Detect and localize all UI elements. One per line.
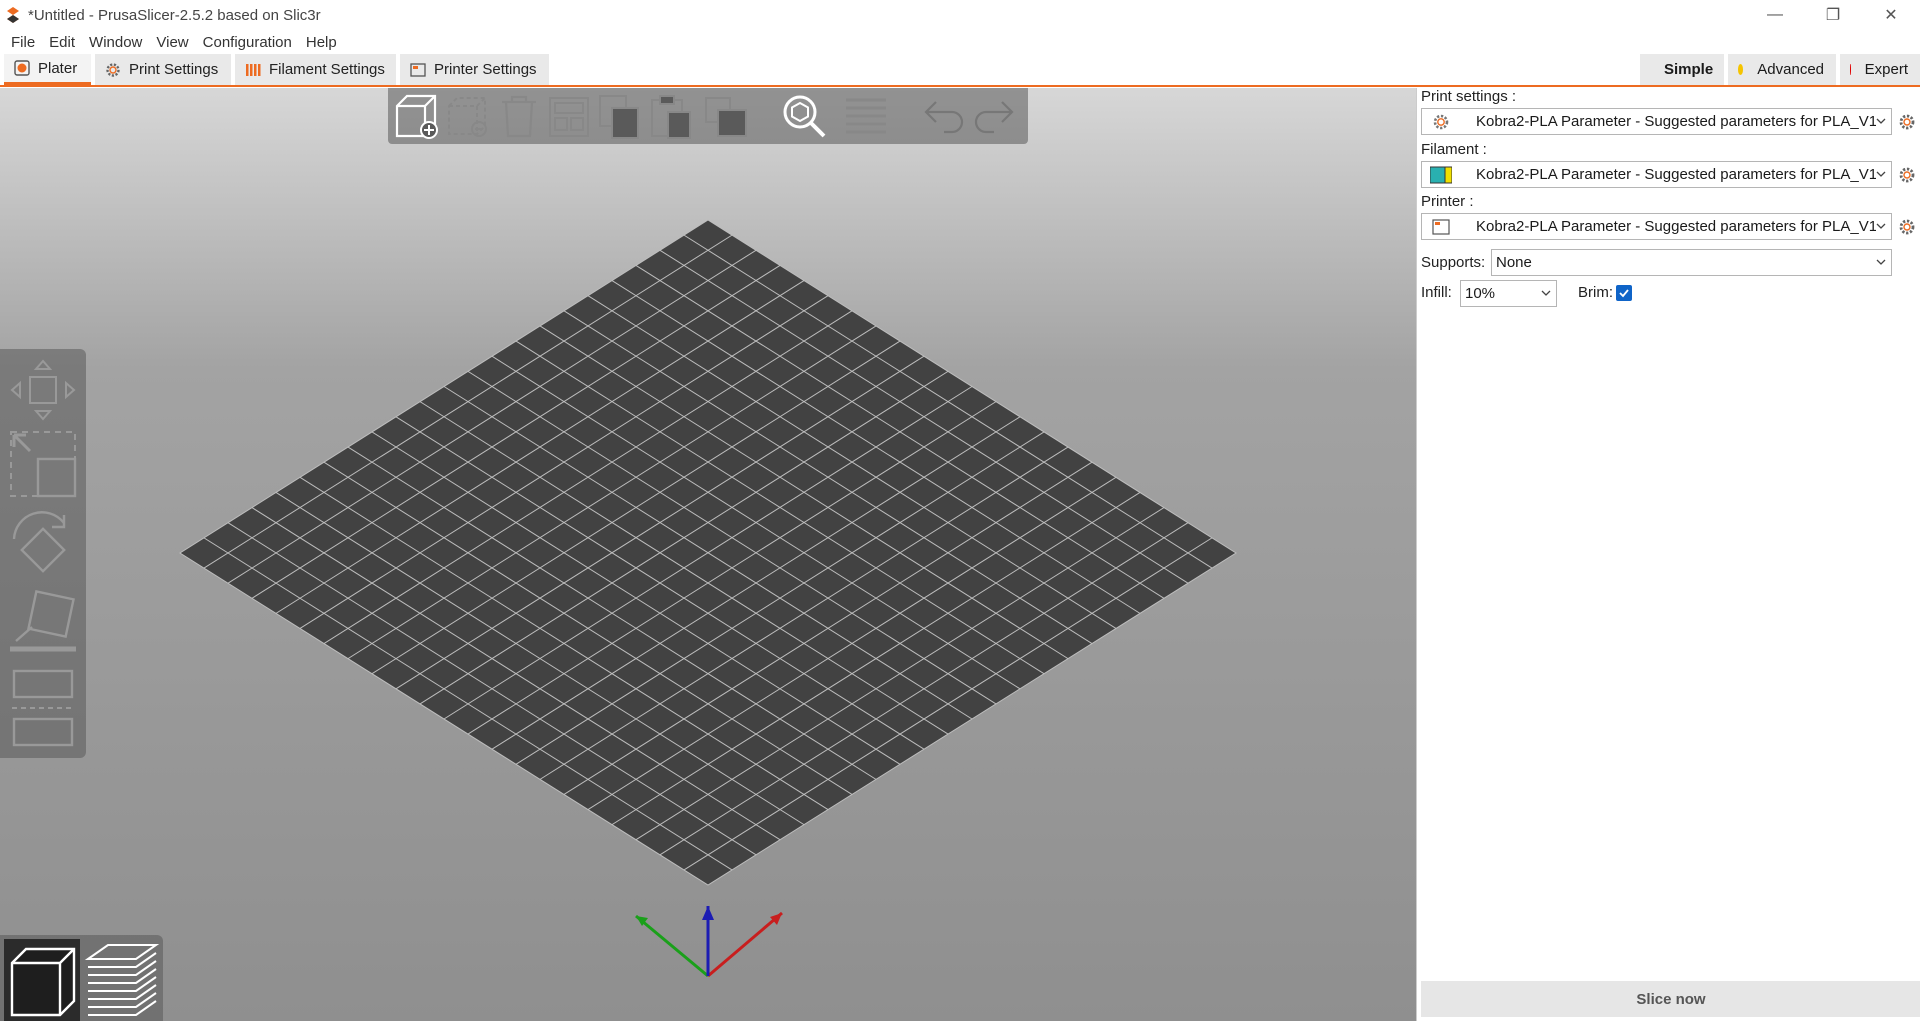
- printer-preset-icon: [1432, 218, 1450, 235]
- edit-filament-preset-icon[interactable]: [1898, 166, 1916, 184]
- layers-preview-icon: [84, 944, 160, 1016]
- chevron-down-icon: [1876, 171, 1886, 177]
- undo-icon[interactable]: [922, 98, 966, 134]
- place-on-face-icon[interactable]: [8, 589, 78, 657]
- print-settings-label: Print settings :: [1421, 88, 1517, 105]
- rotate-icon[interactable]: [8, 509, 78, 581]
- infill-label: Infill:: [1421, 284, 1452, 301]
- infill-select[interactable]: 10%: [1460, 280, 1557, 307]
- delete-object-icon[interactable]: [445, 94, 491, 140]
- menu-window[interactable]: Window: [82, 34, 149, 51]
- spool-icon: [246, 63, 261, 76]
- edit-printer-preset-icon[interactable]: [1898, 218, 1916, 236]
- tab-print-settings-label: Print Settings: [129, 61, 219, 78]
- menu-bar: File Edit Window View Configuration Help: [0, 30, 1920, 54]
- edit-print-preset-icon[interactable]: [1898, 113, 1916, 131]
- printer-preset-value: Kobra2-PLA Parameter - Suggested paramet…: [1476, 218, 1876, 235]
- arrange-icon[interactable]: [548, 96, 590, 138]
- brim-label: Brim:: [1578, 284, 1613, 301]
- layers-editing-icon[interactable]: [844, 96, 888, 138]
- tab-plater[interactable]: Plater: [4, 54, 91, 85]
- tab-printer-settings-label: Printer Settings: [434, 61, 537, 78]
- printer-preset-combo[interactable]: Kobra2-PLA Parameter - Suggested paramet…: [1421, 213, 1892, 240]
- search-icon[interactable]: [780, 92, 828, 140]
- view-preview-button[interactable]: [84, 939, 160, 1021]
- redo-icon[interactable]: [972, 98, 1016, 134]
- menu-help[interactable]: Help: [299, 34, 344, 51]
- slice-now-button[interactable]: Slice now: [1421, 981, 1920, 1017]
- mode-simple-label: Simple: [1664, 61, 1714, 78]
- top-toolbar: [388, 88, 1028, 144]
- mode-advanced-label: Advanced: [1757, 61, 1824, 78]
- chevron-down-icon: [1876, 118, 1886, 124]
- filament-color-swatch-icon: [1430, 166, 1452, 183]
- print-preset-value: Kobra2-PLA Parameter - Suggested paramet…: [1476, 113, 1876, 130]
- minimize-button[interactable]: —: [1746, 0, 1804, 30]
- menu-view[interactable]: View: [149, 34, 195, 51]
- supports-label: Supports:: [1421, 254, 1486, 271]
- restore-button[interactable]: ❐: [1804, 0, 1862, 30]
- scale-icon[interactable]: [8, 429, 78, 499]
- plater-icon: [14, 60, 30, 76]
- chevron-down-icon: [1876, 259, 1886, 265]
- mode-expert-label: Expert: [1864, 61, 1908, 78]
- 3d-viewport[interactable]: [0, 88, 1416, 1021]
- menu-file[interactable]: File: [4, 34, 42, 51]
- red-dot-icon: [1850, 64, 1851, 75]
- tab-print-settings[interactable]: Print Settings: [95, 54, 231, 85]
- cut-icon[interactable]: [12, 667, 74, 749]
- paste-icon[interactable]: [650, 94, 694, 140]
- prusaslicer-logo-icon: [7, 7, 19, 23]
- filament-preset-value: Kobra2-PLA Parameter - Suggested paramet…: [1476, 166, 1876, 183]
- copy-icon[interactable]: [598, 94, 642, 140]
- delete-all-icon[interactable]: [498, 94, 540, 140]
- close-button[interactable]: ✕: [1862, 0, 1920, 30]
- mode-simple-button[interactable]: Simple: [1640, 54, 1724, 85]
- view-toolbar: [0, 935, 163, 1021]
- print-preset-cog-icon: [1433, 114, 1449, 129]
- view-3d-button[interactable]: [4, 939, 80, 1021]
- gizmo-toolbar: [0, 349, 86, 758]
- add-instance-icon[interactable]: [704, 96, 750, 138]
- tab-bar: Plater Print Settings Filament Settings …: [0, 54, 1920, 87]
- filament-preset-combo[interactable]: Kobra2-PLA Parameter - Suggested paramet…: [1421, 161, 1892, 188]
- print-preset-combo[interactable]: Kobra2-PLA Parameter - Suggested paramet…: [1421, 108, 1892, 135]
- cube-3d-icon: [10, 947, 76, 1017]
- add-object-icon[interactable]: [393, 92, 441, 140]
- cog-icon: [106, 62, 120, 77]
- printer-label: Printer :: [1421, 193, 1474, 210]
- tab-filament-settings-label: Filament Settings: [269, 61, 385, 78]
- window-title: *Untitled - PrusaSlicer-2.5.2 based on S…: [28, 6, 321, 24]
- title-bar: *Untitled - PrusaSlicer-2.5.2 based on S…: [0, 0, 1920, 30]
- mode-expert-button[interactable]: Expert: [1840, 54, 1920, 85]
- supports-select[interactable]: None: [1491, 249, 1892, 276]
- tab-plater-label: Plater: [38, 59, 78, 77]
- yellow-dot-icon: [1738, 64, 1744, 75]
- axes-gizmo-icon: [635, 906, 783, 978]
- settings-sidebar: Print settings : Kobra2-PLA Parameter - …: [1416, 88, 1920, 1021]
- filament-label: Filament :: [1421, 141, 1487, 158]
- chevron-down-icon: [1541, 290, 1551, 296]
- printer-icon: [410, 62, 426, 77]
- menu-configuration[interactable]: Configuration: [196, 34, 299, 51]
- tab-printer-settings[interactable]: Printer Settings: [400, 54, 549, 85]
- tab-filament-settings[interactable]: Filament Settings: [235, 54, 396, 85]
- checkmark-icon: [1619, 289, 1629, 298]
- menu-edit[interactable]: Edit: [42, 34, 82, 51]
- print-bed[interactable]: [0, 88, 1416, 1021]
- supports-value: None: [1496, 254, 1532, 271]
- chevron-down-icon: [1876, 223, 1886, 229]
- mode-advanced-button[interactable]: Advanced: [1728, 54, 1836, 85]
- move-icon[interactable]: [8, 357, 78, 423]
- brim-checkbox[interactable]: [1616, 285, 1632, 301]
- infill-value: 10%: [1465, 285, 1496, 302]
